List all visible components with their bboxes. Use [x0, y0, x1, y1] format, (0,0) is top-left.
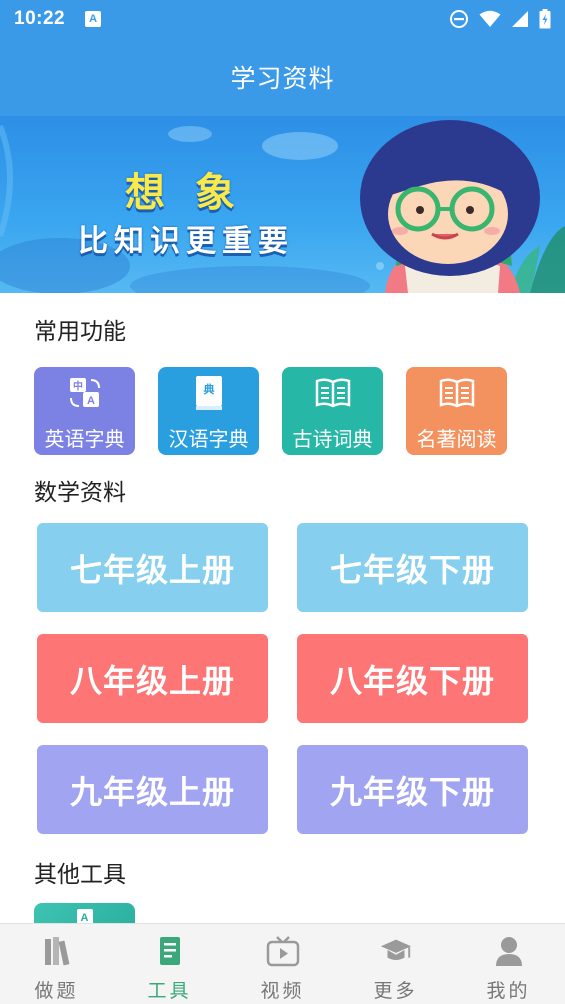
notification-app-icon: A — [85, 11, 102, 27]
nav-item-practice[interactable]: 做题 — [0, 924, 113, 1004]
status-bar: 10:22 A — [0, 0, 565, 38]
status-time: 10:22 — [14, 8, 66, 29]
battery-icon — [539, 9, 551, 29]
signal-icon — [512, 11, 528, 27]
grade8-vol2-button[interactable]: 八年级下册 — [297, 634, 528, 723]
svg-text:A: A — [87, 395, 95, 407]
nav-item-tools[interactable]: 工具 — [113, 924, 226, 1004]
section-title-other: 其他工具 — [34, 862, 126, 888]
grade7-vol1-button[interactable]: 七年级上册 — [37, 523, 268, 612]
svg-text:中: 中 — [73, 380, 83, 393]
bottom-nav: 做题 工具 视频 更多 我的 — [0, 923, 565, 1004]
classics-reading-button[interactable]: 名著阅读 — [406, 367, 507, 455]
document-icon — [153, 934, 187, 968]
grade8-vol1-button[interactable]: 八年级上册 — [37, 634, 268, 723]
english-dictionary-label: 英语字典 — [44, 427, 125, 451]
tv-icon — [266, 934, 300, 968]
grade9-vol1-button[interactable]: 九年级上册 — [37, 745, 268, 834]
graduation-cap-icon — [379, 934, 413, 968]
banner-subheadline: 比知识更重要 — [78, 224, 294, 259]
english-dictionary-button[interactable]: 中 A 英语字典 — [34, 367, 135, 455]
translate-icon: 中 A — [67, 375, 103, 411]
banner-headline: 想象 — [125, 170, 265, 216]
open-book-icon — [439, 375, 475, 411]
books-icon — [40, 934, 74, 968]
chinese-dictionary-button[interactable]: 典 汉语字典 — [158, 367, 259, 455]
section-title-common: 常用功能 — [34, 319, 126, 345]
app-root: 10:22 A 学习资料 想象 比知识更重要 常用功能 中 A 英语字典 典 汉… — [0, 0, 565, 1004]
classics-reading-label: 名著阅读 — [416, 427, 497, 451]
do-not-disturb-icon — [450, 10, 468, 28]
nav-item-more[interactable]: 更多 — [339, 924, 452, 1004]
open-book-icon — [315, 375, 351, 411]
nav-label-video: 视频 — [260, 980, 305, 1002]
section-title-math: 数学资料 — [34, 480, 126, 506]
dictionary-book-icon: 典 — [191, 375, 227, 411]
status-icons — [449, 9, 551, 29]
nav-label-mine: 我的 — [486, 980, 531, 1002]
banner[interactable]: 想象 比知识更重要 — [0, 116, 565, 293]
wifi-icon — [479, 10, 501, 27]
person-icon — [492, 934, 526, 968]
poetry-dictionary-button[interactable]: 古诗词典 — [282, 367, 383, 455]
nav-label-tools: 工具 — [147, 980, 192, 1002]
banner-illustration — [0, 120, 565, 293]
nav-item-video[interactable]: 视频 — [226, 924, 339, 1004]
poetry-dictionary-label: 古诗词典 — [292, 427, 373, 451]
svg-text:典: 典 — [203, 382, 214, 396]
nav-label-practice: 做题 — [34, 980, 79, 1002]
grade7-vol2-button[interactable]: 七年级下册 — [297, 523, 528, 612]
grade9-vol2-button[interactable]: 九年级下册 — [297, 745, 528, 834]
chinese-dictionary-label: 汉语字典 — [168, 427, 249, 451]
page-title: 学习资料 — [230, 64, 335, 93]
nav-label-more: 更多 — [373, 980, 418, 1002]
nav-item-mine[interactable]: 我的 — [452, 924, 565, 1004]
app-bar: 学习资料 — [0, 38, 565, 116]
